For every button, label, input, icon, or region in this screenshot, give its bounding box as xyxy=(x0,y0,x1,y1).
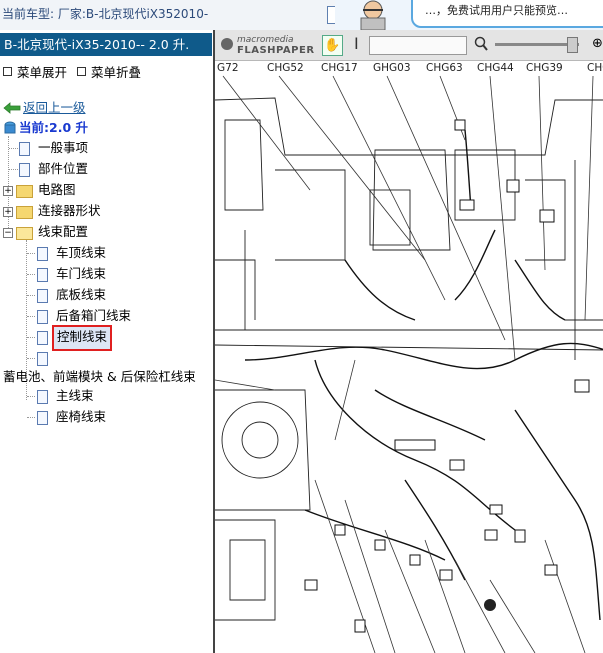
document-icon xyxy=(37,268,48,282)
tree-item-unlabeled[interactable] xyxy=(0,349,210,367)
viewer-toolbar: macromedia FLASHPAPER ✋ I ⊕ xyxy=(215,30,603,61)
tree-line xyxy=(27,295,35,296)
document-icon xyxy=(37,331,48,345)
document-icon xyxy=(37,247,48,261)
text-select-icon[interactable]: I xyxy=(354,34,359,53)
tree-item-seat-harness[interactable]: 座椅线束 xyxy=(0,408,210,426)
connector-label: CHG44 xyxy=(477,62,514,74)
tree-line xyxy=(27,396,35,397)
hand-tool-icon[interactable]: ✋ xyxy=(322,35,343,56)
grommet xyxy=(484,599,496,611)
connector-label: G72 xyxy=(217,62,239,74)
selected-label: 控制线束 xyxy=(52,325,113,351)
expand-plus-icon[interactable]: + xyxy=(3,186,13,196)
document-icon xyxy=(37,289,48,303)
connector-label: CHG6 xyxy=(587,62,603,74)
back-link[interactable]: 返回上一级 xyxy=(3,99,203,117)
document-icon xyxy=(37,352,48,366)
tree-item-circuit-diagram[interactable]: + 电路图 xyxy=(0,181,210,199)
tree-item-connector-shape[interactable]: + 连接器形状 xyxy=(0,202,210,220)
search-input[interactable] xyxy=(369,36,467,55)
tree-item-general[interactable]: 一般事项 xyxy=(0,139,210,157)
collapse-minus-icon[interactable]: − xyxy=(3,228,13,238)
tree-item-component-location[interactable]: 部件位置 xyxy=(0,160,210,178)
tree-line xyxy=(27,337,35,338)
expand-icon xyxy=(3,67,12,76)
folder-open-icon xyxy=(16,227,33,240)
tree-item-floor-harness[interactable]: 底板线束 xyxy=(0,286,210,304)
mascot-icon xyxy=(360,0,386,30)
ad-text: …，免费试用用户只能预览… xyxy=(425,4,568,17)
expand-menu-button[interactable]: 菜单展开 xyxy=(3,62,67,81)
menu-controls: 菜单展开 菜单折叠 xyxy=(0,62,212,80)
document-icon xyxy=(37,411,48,425)
current-level: 当前:2.0 升 xyxy=(3,119,203,137)
document-icon xyxy=(19,163,30,177)
connector-label: GHG03 xyxy=(373,62,411,74)
tree-item-battery-frontend-harness[interactable]: 蓄电池、前端模块 & 后保险杠线束 xyxy=(3,368,212,386)
connector-label: CHG52 xyxy=(267,62,304,74)
tree-line xyxy=(27,253,35,254)
fit-page-icon[interactable]: ⊕ xyxy=(592,36,603,52)
disk-icon xyxy=(4,121,16,134)
document-icon xyxy=(19,142,30,156)
macromedia-logo-icon xyxy=(221,38,233,50)
tree-item-control-harness[interactable]: 控制线束 xyxy=(0,325,210,351)
zoom-slider-thumb[interactable] xyxy=(567,37,578,53)
folder-icon xyxy=(16,206,33,219)
current-model-label: 当前车型: 厂家:B-北京现代iX352010- xyxy=(2,7,209,21)
connector-label: CHG39 xyxy=(526,62,563,74)
engine-block xyxy=(215,389,311,621)
zoom-icon[interactable] xyxy=(474,36,488,52)
tree-panel: B-北京现代-iX35-2010-- 2.0 升. 菜单展开 菜单折叠 返回上一… xyxy=(0,30,212,653)
tree-item-roof-harness[interactable]: 车顶线束 xyxy=(0,244,210,262)
collapse-icon xyxy=(77,67,86,76)
tree-item-harness-config[interactable]: − 线束配置 xyxy=(0,223,210,241)
ad-bubble: …，免费试用用户只能预览… xyxy=(411,0,603,28)
folder-icon xyxy=(16,185,33,198)
vehicle-structure xyxy=(215,97,603,360)
tree-line xyxy=(27,417,35,418)
tree-title: B-北京现代-iX35-2010-- 2.0 升. xyxy=(0,33,212,56)
ad-banner[interactable]: …，免费试用用户只能预览… xyxy=(335,0,603,30)
document-viewer[interactable]: macromedia FLASHPAPER ✋ I ⊕ G72 CHG52 CH… xyxy=(213,30,603,653)
tree-item-main-harness[interactable]: 主线束 xyxy=(0,387,210,405)
expand-plus-icon[interactable]: + xyxy=(3,207,13,217)
tree-line xyxy=(27,316,35,317)
header-bar: 当前车型: 厂家:B-北京现代iX352010- …，免费试用用户只能预览… xyxy=(0,0,603,30)
connector-label: CHG63 xyxy=(426,62,463,74)
collapse-menu-button[interactable]: 菜单折叠 xyxy=(77,62,141,81)
document-icon xyxy=(37,310,48,324)
back-arrow-icon xyxy=(3,102,21,114)
tree-line xyxy=(27,274,35,275)
document-icon xyxy=(37,390,48,404)
harness-drawing: G72 CHG52 CHG17 GHG03 CHG63 CHG44 CHG39 … xyxy=(215,62,603,653)
tree-line xyxy=(27,358,35,359)
wire-harness xyxy=(244,129,603,621)
tree-item-door-harness[interactable]: 车门线束 xyxy=(0,265,210,283)
tree-item-tailgate-harness[interactable]: 后备箱门线束 xyxy=(0,307,210,325)
connector-label: CHG17 xyxy=(321,62,358,74)
